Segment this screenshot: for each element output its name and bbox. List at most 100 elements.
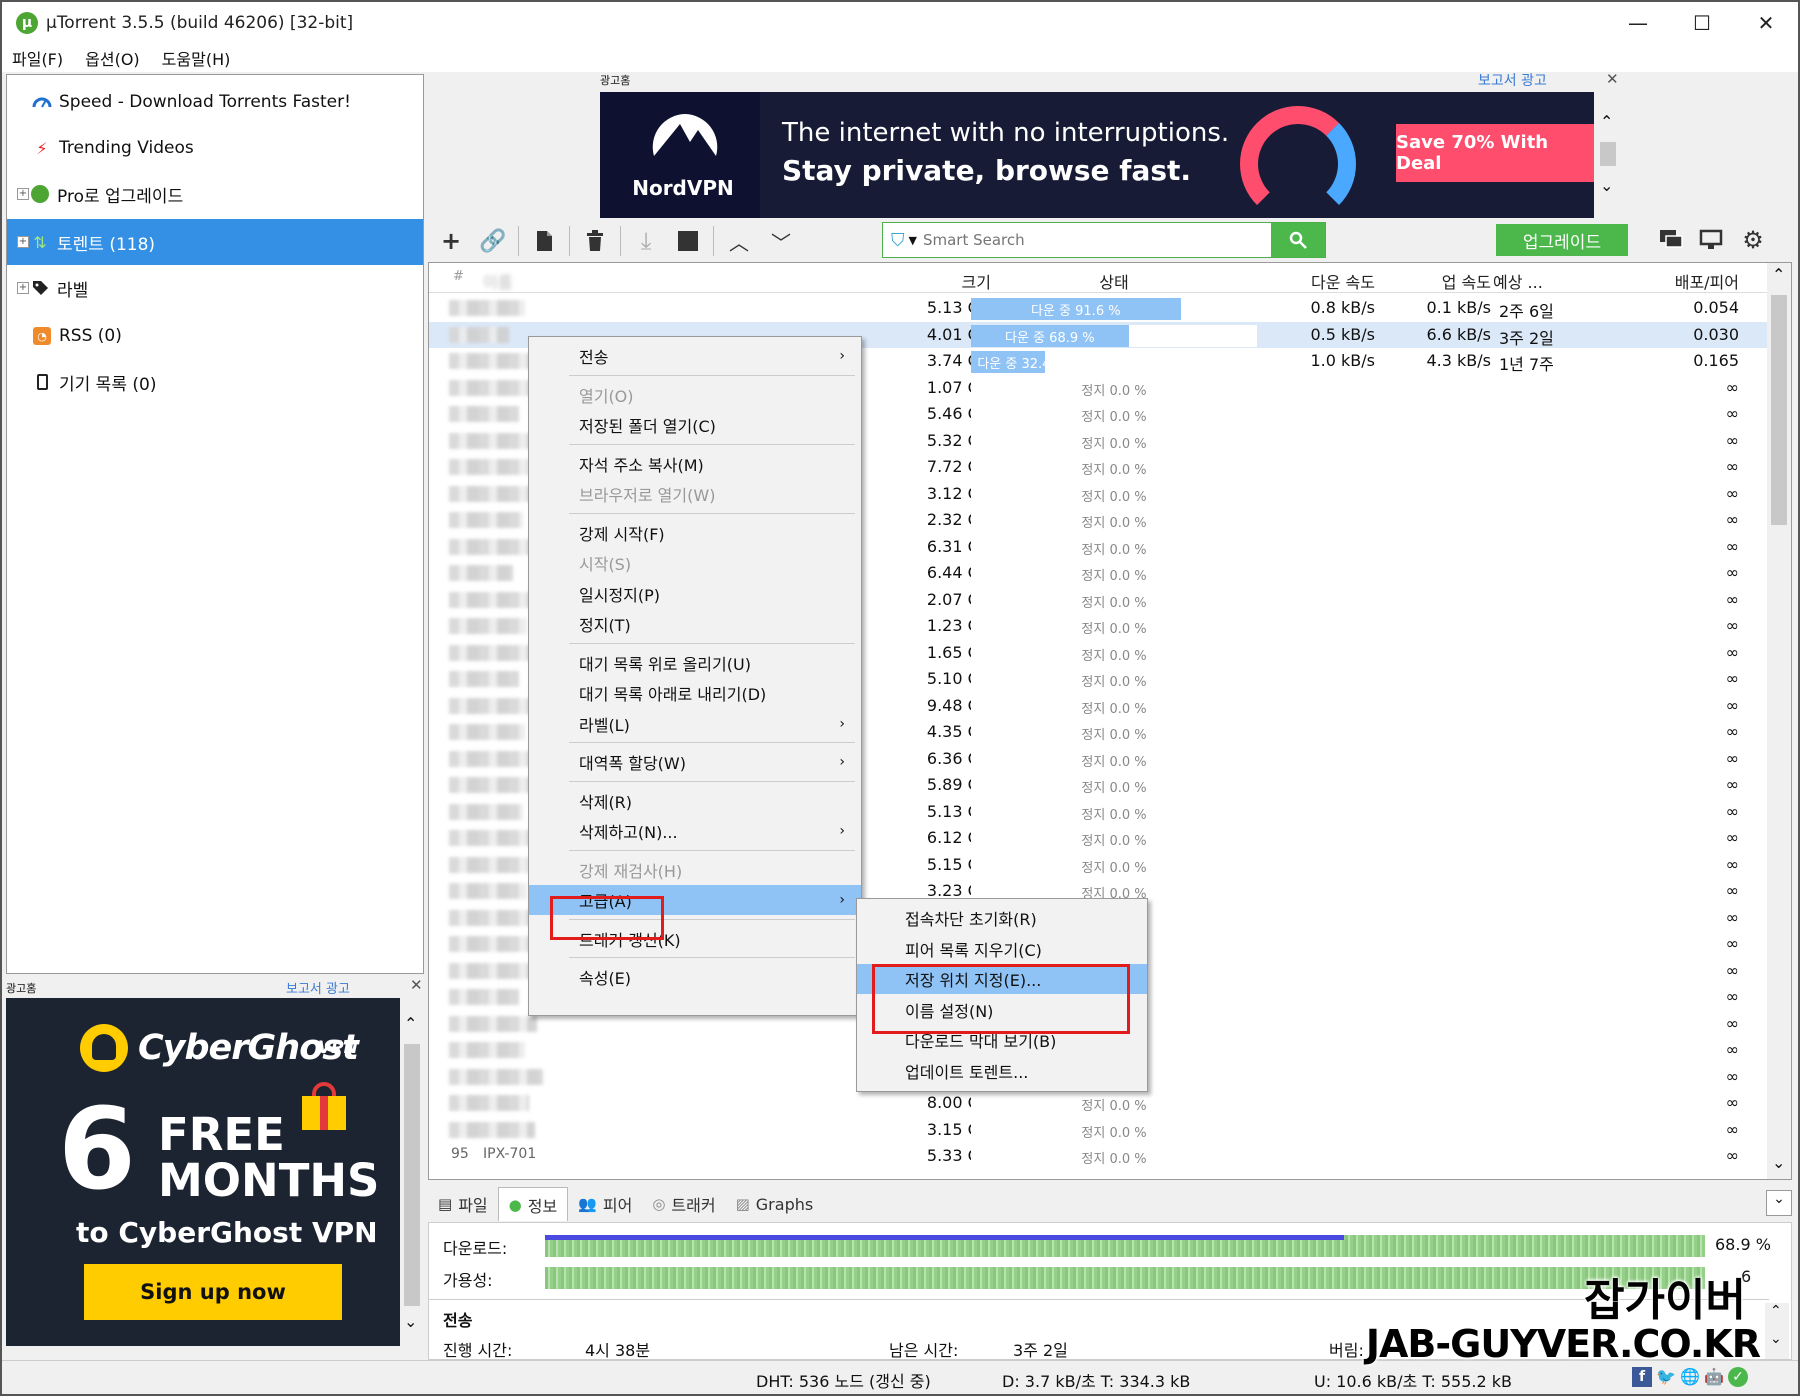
start-download-icon[interactable]: ⤓ [625,223,667,259]
column-up-speed[interactable]: 업 속도 [1391,269,1491,293]
android-icon[interactable]: 🤖 [1704,1367,1724,1387]
download-status[interactable]: D: 3.7 kB/초 T: 334.3 kB [1002,1368,1190,1392]
sidebar-item-rss[interactable]: ◔ RSS (0) [7,313,423,359]
close-ad-icon[interactable]: ✕ [1606,70,1619,88]
list-scrollbar[interactable]: ⌃ ⌄ [1767,263,1791,1179]
column-name[interactable]: 이름 [483,269,512,293]
context-menu-item[interactable]: 속성(E) [529,962,861,992]
left-ad-scrollbar[interactable]: ⌃ ⌄ [400,1014,424,1346]
context-menu-item[interactable]: 라벨(L) › [529,709,861,739]
chat-icon[interactable] [1650,222,1692,258]
scroll-up-icon[interactable]: ⌃ [404,1014,417,1033]
context-menu-item[interactable]: 삭제하고(N)... › [529,816,861,846]
table-row[interactable]: 95 IPX-701 5.33 GB 정지 0.0 % ∞ [429,1143,1769,1169]
column-down-speed[interactable]: 다운 속도 [1259,269,1375,293]
submenu-item[interactable]: 업데이트 토렌트... [857,1056,1147,1086]
upgrade-button[interactable]: 업그레이드 [1496,224,1628,256]
context-menu-item[interactable]: 브라우저로 열기(W) [529,479,861,509]
device-icon [31,371,53,393]
top-ad-scrollbar[interactable]: ⌃ ⌄ [1596,112,1620,202]
row-ratio: ∞ [1725,722,1739,741]
context-menu-item[interactable]: 저장된 폴더 열기(C) [529,410,861,440]
scroll-down-icon[interactable]: ⌄ [1600,176,1613,195]
minimize-button[interactable]: — [1606,2,1670,44]
context-menu-item[interactable]: 대역폭 할당(W) › [529,747,861,777]
row-down-speed: 0.8 kB/s [1310,298,1376,317]
settings-gear-icon[interactable]: ⚙ [1732,222,1774,258]
scroll-down-icon[interactable]: ⌄ [1770,1331,1782,1347]
report-ad-link[interactable]: 보고서 광고 [1478,70,1547,90]
column-num[interactable]: # [453,269,464,284]
menu-file[interactable]: 파일(F) [12,46,63,70]
sidebar-item-devices[interactable]: 기기 목록 (0) [7,359,423,405]
menu-options[interactable]: 옵션(O) [85,46,140,70]
column-ratio[interactable]: 배포/피어 [1609,269,1739,293]
table-row[interactable]: 5.13 GB 다운 중 91.6 % 0.8 kB/s 0.1 kB/s 2주 6일 0… [429,295,1769,321]
sidebar-item-labels[interactable]: + 라벨 [7,265,423,311]
sidebar-item-pro[interactable]: + Pro로 업그레이드 [7,171,423,217]
submenu-item[interactable]: 접속차단 초기화(R) [857,903,1147,933]
context-menu-item[interactable]: 열기(O) [529,380,861,410]
report-ad-link[interactable]: 보고서 광고 [286,978,350,997]
context-menu-item[interactable]: 자석 주소 복사(M) [529,449,861,479]
tab-files[interactable]: ▤ 파일 [428,1187,498,1221]
submenu-item[interactable]: 피어 목록 지우기(C) [857,934,1147,964]
move-down-chevron-icon[interactable]: ﹀ [760,223,802,259]
cyberghost-signup-button[interactable]: Sign up now [84,1264,342,1320]
expand-icon[interactable]: + [17,282,29,294]
twitter-icon[interactable]: 🐦 [1656,1367,1676,1387]
info-scrollbar[interactable]: ⌃ ⌄ [1765,1303,1789,1359]
collapse-panel-icon[interactable]: ⌄ [1766,1190,1792,1216]
expand-icon[interactable]: + [17,188,29,200]
context-menu-item[interactable]: 시작(S) [529,548,861,578]
context-menu-item[interactable]: 전송 › [529,341,861,371]
add-url-link-icon[interactable]: 🔗 [472,223,514,259]
context-menu-item[interactable]: 일시정지(P) [529,579,861,609]
add-torrent-icon[interactable]: + [430,223,472,259]
tab-peers[interactable]: 👥 피어 [568,1187,642,1221]
sidebar-item-trending[interactable]: ⚡ Trending Videos [7,125,423,171]
close-ad-icon[interactable]: ✕ [410,976,423,994]
tab-trackers[interactable]: ◎ 트래커 [642,1187,725,1221]
expand-icon[interactable]: + [17,236,29,248]
tab-graphs[interactable]: ▨ Graphs [726,1187,824,1221]
dht-status[interactable]: DHT: 536 노드 (갱신 중) [756,1368,931,1392]
move-up-chevron-icon[interactable]: ︿ [718,223,760,259]
upload-status[interactable]: U: 10.6 kB/초 T: 555.2 kB [1314,1368,1512,1392]
blurred-name [449,485,535,502]
cyberghost-ad[interactable]: CyberGhost VPN 6 FREE MONTHS to CyberGho… [6,998,400,1346]
context-menu-item[interactable]: 정지(T) [529,609,861,639]
table-row[interactable]: 3.15 GB 정지 0.0 % ∞ [429,1117,1769,1143]
facebook-icon[interactable]: f [1632,1367,1652,1387]
menu-help[interactable]: 도움말(H) [162,46,231,70]
table-row[interactable]: 8.00 GB 정지 0.0 % ∞ [429,1090,1769,1116]
close-button[interactable]: ✕ [1734,2,1798,44]
scroll-up-icon[interactable]: ⌃ [1770,1303,1782,1319]
globe-icon[interactable]: 🌐 [1680,1367,1700,1387]
scroll-down-icon[interactable]: ⌄ [1772,1153,1785,1172]
context-menu-item[interactable]: 강제 재검사(H) [529,855,861,885]
search-button[interactable] [1271,223,1325,257]
sidebar-item-speed[interactable]: Speed - Download Torrents Faster! [7,79,423,125]
delete-trash-icon[interactable] [574,223,616,259]
context-menu-item[interactable]: 삭제(R) [529,786,861,816]
column-status[interactable]: 상태 [971,269,1257,293]
scroll-up-icon[interactable]: ⌃ [1772,265,1785,284]
search-provider-icon[interactable]: ⛉ [891,230,905,251]
context-menu-item[interactable]: 강제 시작(F) [529,518,861,548]
scroll-down-icon[interactable]: ⌄ [404,1312,417,1331]
search-input[interactable] [922,231,1271,249]
nordvpn-ad[interactable]: NordVPN The internet with no interruptio… [600,92,1594,218]
chevron-down-icon[interactable]: ▼ [909,234,917,247]
sidebar-item-torrents[interactable]: + ⇅ 토렌트 (118) [7,219,423,265]
context-menu-item[interactable]: 대기 목록 아래로 내리기(D) [529,678,861,708]
remote-monitor-icon[interactable] [1690,222,1732,258]
stop-icon[interactable] [667,223,709,259]
nordvpn-deal-button[interactable]: Save 70% With Deal [1396,124,1594,182]
column-eta[interactable]: 예상 ... [1493,269,1543,293]
tab-info[interactable]: ● 정보 [497,1187,569,1221]
maximize-button[interactable]: ☐ [1670,2,1734,44]
context-menu-item[interactable]: 대기 목록 위로 올리기(U) [529,648,861,678]
scroll-up-icon[interactable]: ⌃ [1600,112,1613,131]
create-torrent-icon[interactable] [523,223,565,259]
